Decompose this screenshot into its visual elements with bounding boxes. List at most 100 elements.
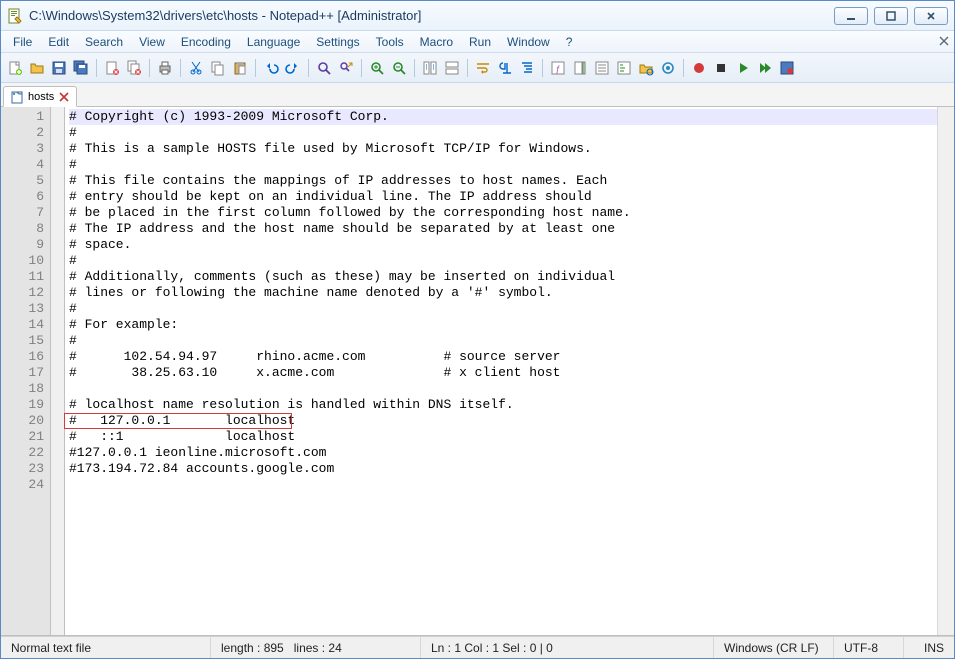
save-all-icon[interactable] bbox=[71, 58, 91, 78]
code-line[interactable] bbox=[69, 477, 937, 493]
code-line[interactable]: # be placed in the first column followed… bbox=[69, 205, 937, 221]
svg-text:ƒ: ƒ bbox=[555, 64, 560, 74]
toolbar: ƒ bbox=[1, 53, 954, 83]
code-line[interactable]: # entry should be kept on an individual … bbox=[69, 189, 937, 205]
zoom-out-icon[interactable] bbox=[389, 58, 409, 78]
toolbar-separator bbox=[414, 59, 415, 77]
replace-icon[interactable] bbox=[336, 58, 356, 78]
code-line[interactable]: # bbox=[69, 253, 937, 269]
maximize-button[interactable] bbox=[874, 7, 908, 25]
all-chars-icon[interactable] bbox=[495, 58, 515, 78]
close-icon[interactable] bbox=[102, 58, 122, 78]
code-line[interactable]: # lines or following the machine name de… bbox=[69, 285, 937, 301]
code-line[interactable]: # bbox=[69, 301, 937, 317]
status-filetype: Normal text file bbox=[1, 637, 211, 658]
paste-icon[interactable] bbox=[230, 58, 250, 78]
code-line[interactable]: # This file contains the mappings of IP … bbox=[69, 173, 937, 189]
cut-icon[interactable] bbox=[186, 58, 206, 78]
tab-close-icon[interactable] bbox=[58, 91, 70, 103]
toolbar-separator bbox=[180, 59, 181, 77]
code-view[interactable]: # Copyright (c) 1993-2009 Microsoft Corp… bbox=[65, 107, 937, 635]
code-line[interactable]: # Copyright (c) 1993-2009 Microsoft Corp… bbox=[69, 109, 937, 125]
toolbar-separator bbox=[308, 59, 309, 77]
code-line[interactable]: # bbox=[69, 333, 937, 349]
status-length: length : 895 lines : 24 bbox=[211, 637, 421, 658]
code-line[interactable]: # Additionally, comments (such as these)… bbox=[69, 269, 937, 285]
menu-[interactable]: ? bbox=[558, 31, 581, 52]
close-all-icon[interactable] bbox=[124, 58, 144, 78]
toolbar-separator bbox=[683, 59, 684, 77]
folder-workspace-icon[interactable] bbox=[636, 58, 656, 78]
find-icon[interactable] bbox=[314, 58, 334, 78]
file-tab-hosts[interactable]: hosts bbox=[3, 86, 77, 107]
code-line[interactable]: # This is a sample HOSTS file used by Mi… bbox=[69, 141, 937, 157]
sync-h-icon[interactable] bbox=[442, 58, 462, 78]
monitor-icon[interactable] bbox=[658, 58, 678, 78]
menu-run[interactable]: Run bbox=[461, 31, 499, 52]
code-line[interactable]: # localhost name resolution is handled w… bbox=[69, 397, 937, 413]
menu-tools[interactable]: Tools bbox=[368, 31, 412, 52]
code-line[interactable]: # bbox=[69, 125, 937, 141]
code-line[interactable]: # For example: bbox=[69, 317, 937, 333]
code-line[interactable]: # space. bbox=[69, 237, 937, 253]
vertical-scrollbar[interactable] bbox=[937, 107, 954, 635]
status-eol: Windows (CR LF) bbox=[714, 637, 834, 658]
toolbar-separator bbox=[96, 59, 97, 77]
menu-file[interactable]: File bbox=[5, 31, 40, 52]
code-line[interactable]: # 102.54.94.97 rhino.acme.com # source s… bbox=[69, 349, 937, 365]
tab-label: hosts bbox=[28, 91, 54, 103]
play-multi-icon[interactable] bbox=[755, 58, 775, 78]
code-line[interactable]: #173.194.72.84 accounts.google.com bbox=[69, 461, 937, 477]
line-number-gutter: 123456789101112131415161718192021222324 bbox=[1, 107, 51, 635]
status-encoding: UTF-8 bbox=[834, 637, 904, 658]
app-window: C:\Windows\System32\drivers\etc\hosts - … bbox=[0, 0, 955, 659]
menu-edit[interactable]: Edit bbox=[40, 31, 77, 52]
redo-icon[interactable] bbox=[283, 58, 303, 78]
menu-encoding[interactable]: Encoding bbox=[173, 31, 239, 52]
open-file-icon[interactable] bbox=[27, 58, 47, 78]
menu-search[interactable]: Search bbox=[77, 31, 131, 52]
sync-v-icon[interactable] bbox=[420, 58, 440, 78]
new-file-icon[interactable] bbox=[5, 58, 25, 78]
menu-macro[interactable]: Macro bbox=[412, 31, 461, 52]
code-line[interactable]: # ::1 localhost bbox=[69, 429, 937, 445]
play-macro-icon[interactable] bbox=[733, 58, 753, 78]
save-macro-icon[interactable] bbox=[777, 58, 797, 78]
zoom-in-icon[interactable] bbox=[367, 58, 387, 78]
menubar-close-icon[interactable] bbox=[936, 33, 952, 49]
menu-language[interactable]: Language bbox=[239, 31, 308, 52]
menu-window[interactable]: Window bbox=[499, 31, 558, 52]
statusbar: Normal text file length : 895 lines : 24… bbox=[1, 636, 954, 658]
close-window-button[interactable] bbox=[914, 7, 948, 25]
indent-guide-icon[interactable] bbox=[517, 58, 537, 78]
copy-icon[interactable] bbox=[208, 58, 228, 78]
code-line[interactable]: # bbox=[69, 157, 937, 173]
stop-macro-icon[interactable] bbox=[711, 58, 731, 78]
code-line[interactable]: # 127.0.0.1 localhost bbox=[69, 413, 937, 429]
code-line[interactable]: # 38.25.63.10 x.acme.com # x client host bbox=[69, 365, 937, 381]
wordwrap-icon[interactable] bbox=[473, 58, 493, 78]
lang-udl-icon[interactable]: ƒ bbox=[548, 58, 568, 78]
toolbar-separator bbox=[255, 59, 256, 77]
print-icon[interactable] bbox=[155, 58, 175, 78]
minimize-button[interactable] bbox=[834, 7, 868, 25]
menubar: FileEditSearchViewEncodingLanguageSettin… bbox=[1, 31, 954, 53]
func-list-icon[interactable] bbox=[614, 58, 634, 78]
undo-icon[interactable] bbox=[261, 58, 281, 78]
status-insert-mode: INS bbox=[904, 637, 954, 658]
doc-map-icon[interactable] bbox=[570, 58, 590, 78]
save-icon[interactable] bbox=[49, 58, 69, 78]
code-line[interactable]: # The IP address and the host name shoul… bbox=[69, 221, 937, 237]
doc-list-icon[interactable] bbox=[592, 58, 612, 78]
toolbar-separator bbox=[542, 59, 543, 77]
menu-settings[interactable]: Settings bbox=[308, 31, 367, 52]
window-title: C:\Windows\System32\drivers\etc\hosts - … bbox=[29, 8, 834, 23]
tabbar: hosts bbox=[1, 83, 954, 107]
menu-view[interactable]: View bbox=[131, 31, 173, 52]
titlebar[interactable]: C:\Windows\System32\drivers\etc\hosts - … bbox=[1, 1, 954, 31]
editor-area: 123456789101112131415161718192021222324 … bbox=[1, 107, 954, 636]
code-line[interactable] bbox=[69, 381, 937, 397]
file-icon bbox=[10, 90, 24, 104]
code-line[interactable]: #127.0.0.1 ieonline.microsoft.com bbox=[69, 445, 937, 461]
record-macro-icon[interactable] bbox=[689, 58, 709, 78]
